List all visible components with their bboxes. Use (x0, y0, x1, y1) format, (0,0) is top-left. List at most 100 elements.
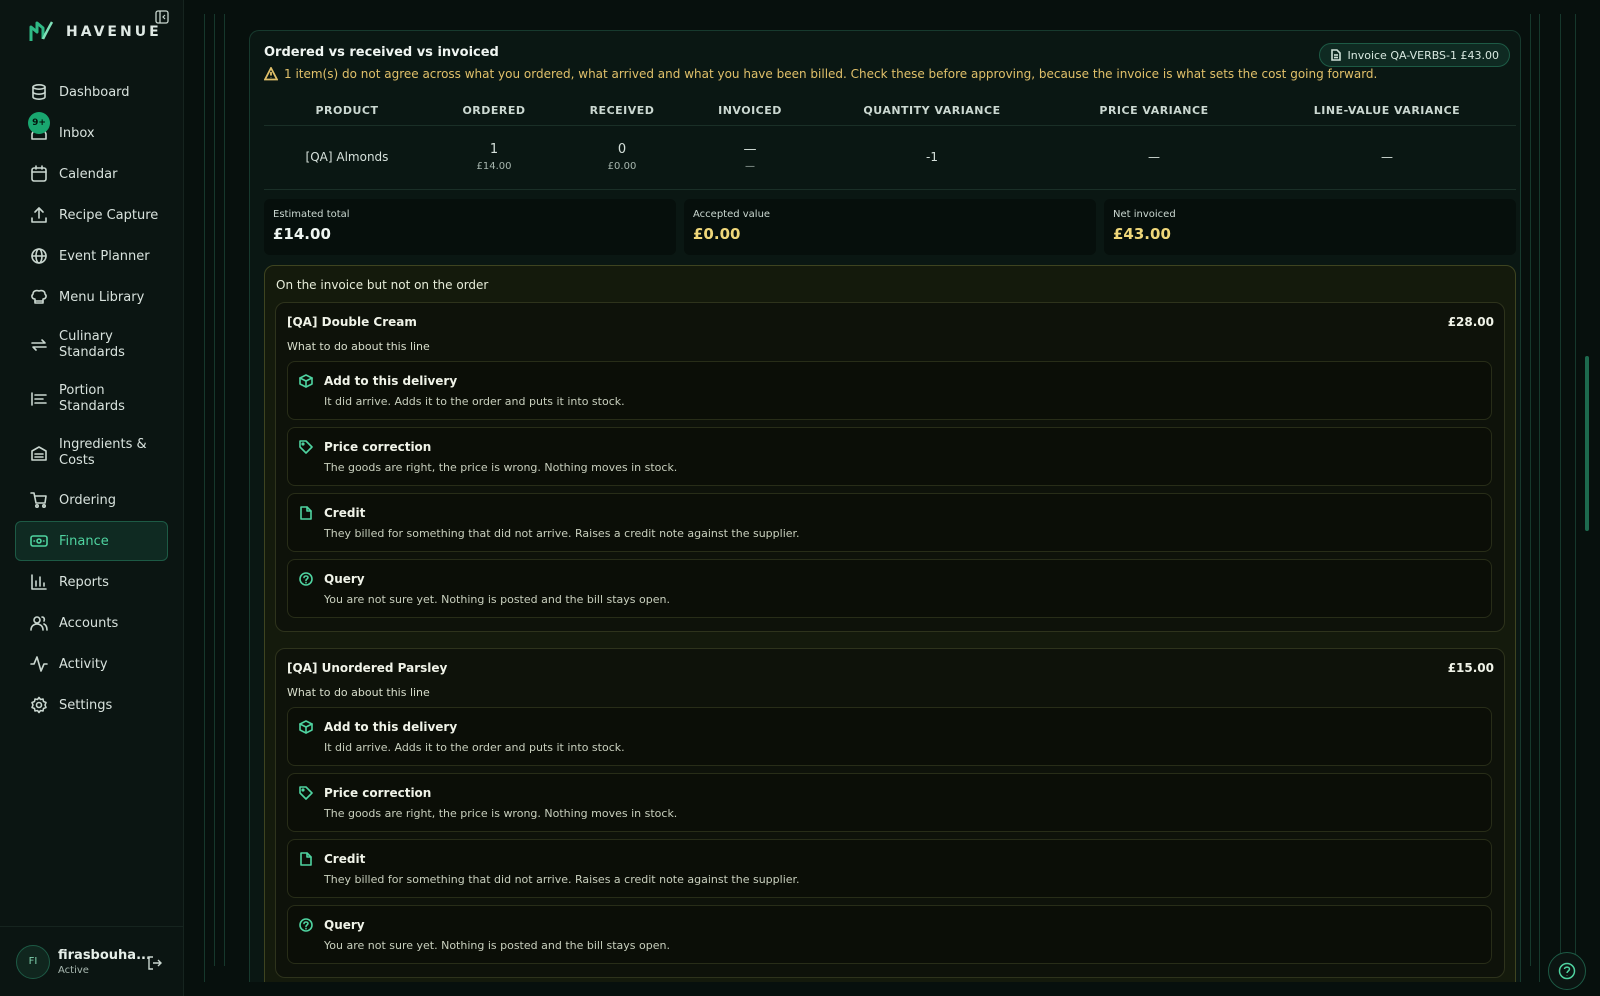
accepted-value: Accepted value £0.00 (684, 199, 1096, 255)
option-description: The goods are right, the price is wrong.… (324, 461, 678, 474)
invoiced-cell: — — (686, 125, 814, 190)
logout-icon[interactable] (147, 955, 163, 971)
activity-icon (30, 655, 48, 673)
line-name: [QA] Unordered Parsley (287, 661, 448, 675)
received-value: £0.00 (607, 161, 637, 172)
net-invoiced-value: £43.00 (1113, 225, 1171, 243)
warning-text: 1 item(s) do not agree across what you o… (284, 67, 1378, 81)
brand: HAVENUE (0, 0, 183, 64)
line-amount: £28.00 (1447, 315, 1494, 329)
havenue-logo-icon (29, 21, 54, 41)
sidebar-item-label: Settings (59, 697, 113, 713)
sidebar: HAVENUE Dashboard 9+ Inbox Calendar Reci… (0, 0, 184, 996)
sidebar-item-label: Portion Standards (59, 382, 125, 414)
sidebar-item-label: Menu Library (59, 289, 145, 305)
option-title: Query (324, 918, 365, 932)
tag-icon (299, 440, 313, 454)
frame-line (1575, 14, 1576, 966)
sidebar-item-recipe-capture[interactable]: Recipe Capture (15, 195, 168, 235)
sidebar-item-portion-standards[interactable]: Portion Standards (15, 372, 168, 425)
tag-icon (299, 786, 313, 800)
option-query[interactable]: Query You are not sure yet. Nothing is p… (287, 559, 1492, 618)
inbox-icon: 9+ (28, 112, 50, 142)
option-title: Add to this delivery (324, 374, 458, 388)
package-icon (299, 374, 313, 388)
estimated-total-value: £14.00 (273, 225, 331, 243)
comparison-title: Ordered vs received vs invoiced (264, 45, 499, 60)
sidebar-item-label: Ingredients & Costs (59, 436, 147, 468)
chef-hat-icon (30, 288, 48, 306)
sidebar-item-dashboard[interactable]: Dashboard (15, 72, 168, 112)
sidebar-item-label: Inbox (59, 125, 95, 141)
option-title: Query (324, 572, 365, 586)
ordered-cell: 1 £14.00 (430, 125, 558, 190)
user-profile[interactable]: FI firasbouha... Active (0, 926, 183, 996)
gear-icon (30, 696, 48, 714)
option-price-correction[interactable]: Price correction The goods are right, th… (287, 427, 1492, 486)
scrollbar-thumb[interactable] (1585, 356, 1589, 531)
net-invoiced-label: Net invoiced (1113, 209, 1176, 220)
warning-icon (264, 67, 278, 81)
option-add-to-delivery[interactable]: Add to this delivery It did arrive. Adds… (287, 707, 1492, 766)
line-question: What to do about this line (287, 340, 430, 353)
brand-name: HAVENUE (66, 24, 162, 40)
sidebar-item-accounts[interactable]: Accounts (15, 603, 168, 643)
sidebar-item-ingredients-costs[interactable]: Ingredients & Costs (15, 426, 168, 479)
option-description: The goods are right, the price is wrong.… (324, 807, 678, 820)
sidebar-item-label: Culinary Standards (59, 328, 125, 360)
collapse-sidebar-icon[interactable] (155, 10, 169, 24)
package-icon (299, 720, 313, 734)
line-name: [QA] Double Cream (287, 315, 417, 329)
banknote-icon (30, 532, 48, 550)
help-button[interactable] (1548, 952, 1586, 990)
sidebar-item-event-planner[interactable]: Event Planner (15, 236, 168, 276)
unordered-lines-panel: On the invoice but not on the order [QA]… (264, 265, 1516, 982)
calendar-icon (30, 165, 48, 183)
option-credit[interactable]: Credit They billed for something that di… (287, 493, 1492, 552)
invoice-label: Invoice QA-VERBS-1 £43.00 (1347, 48, 1500, 62)
file-icon (1330, 49, 1341, 61)
option-description: It did arrive. Adds it to the order and … (324, 395, 625, 408)
option-title: Price correction (324, 440, 432, 454)
option-title: Credit (324, 506, 366, 520)
sidebar-item-activity[interactable]: Activity (15, 644, 168, 684)
unordered-line: [QA] Unordered Parsley £15.00 What to do… (275, 648, 1505, 978)
avatar: FI (16, 944, 50, 979)
invoice-pill[interactable]: Invoice QA-VERBS-1 £43.00 (1318, 43, 1510, 67)
accepted-value-amount: £0.00 (693, 225, 741, 243)
sidebar-item-settings[interactable]: Settings (15, 685, 168, 725)
invoiced-value: — (745, 161, 755, 172)
globe-icon (30, 247, 48, 265)
column-header: PRICE VARIANCE (1050, 97, 1258, 126)
sidebar-item-culinary-standards[interactable]: Culinary Standards (15, 318, 168, 371)
user-status: Active (58, 964, 89, 976)
sidebar-item-finance[interactable]: Finance (15, 521, 168, 561)
repeat-icon (30, 336, 48, 354)
sidebar-item-label: Finance (59, 533, 109, 549)
quantity-variance-cell: -1 (814, 125, 1050, 190)
file-icon (299, 852, 313, 866)
unordered-line: [QA] Double Cream £28.00 What to do abou… (275, 302, 1505, 632)
sidebar-item-ordering[interactable]: Ordering (15, 480, 168, 520)
column-header: INVOICED (686, 97, 814, 126)
option-title: Price correction (324, 786, 432, 800)
sidebar-item-calendar[interactable]: Calendar (15, 154, 168, 194)
line-question: What to do about this line (287, 686, 430, 699)
option-query[interactable]: Query You are not sure yet. Nothing is p… (287, 905, 1492, 964)
option-credit[interactable]: Credit They billed for something that di… (287, 839, 1492, 898)
option-price-correction[interactable]: Price correction The goods are right, th… (287, 773, 1492, 832)
column-header: ORDERED (430, 97, 558, 126)
option-add-to-delivery[interactable]: Add to this delivery It did arrive. Adds… (287, 361, 1492, 420)
sidebar-item-menu-library[interactable]: Menu Library (15, 277, 168, 317)
sidebar-item-reports[interactable]: Reports (15, 562, 168, 602)
sidebar-item-inbox[interactable]: 9+ Inbox (15, 112, 168, 153)
line-amount: £15.00 (1447, 661, 1494, 675)
warehouse-icon (30, 444, 48, 462)
totals-row: Estimated total £14.00 Accepted value £0… (264, 199, 1516, 255)
option-title: Add to this delivery (324, 720, 458, 734)
ordered-value: £14.00 (476, 161, 512, 172)
cart-icon (30, 491, 48, 509)
list-icon (30, 390, 48, 408)
option-description: You are not sure yet. Nothing is posted … (324, 939, 670, 952)
help-circle-icon (299, 918, 313, 932)
